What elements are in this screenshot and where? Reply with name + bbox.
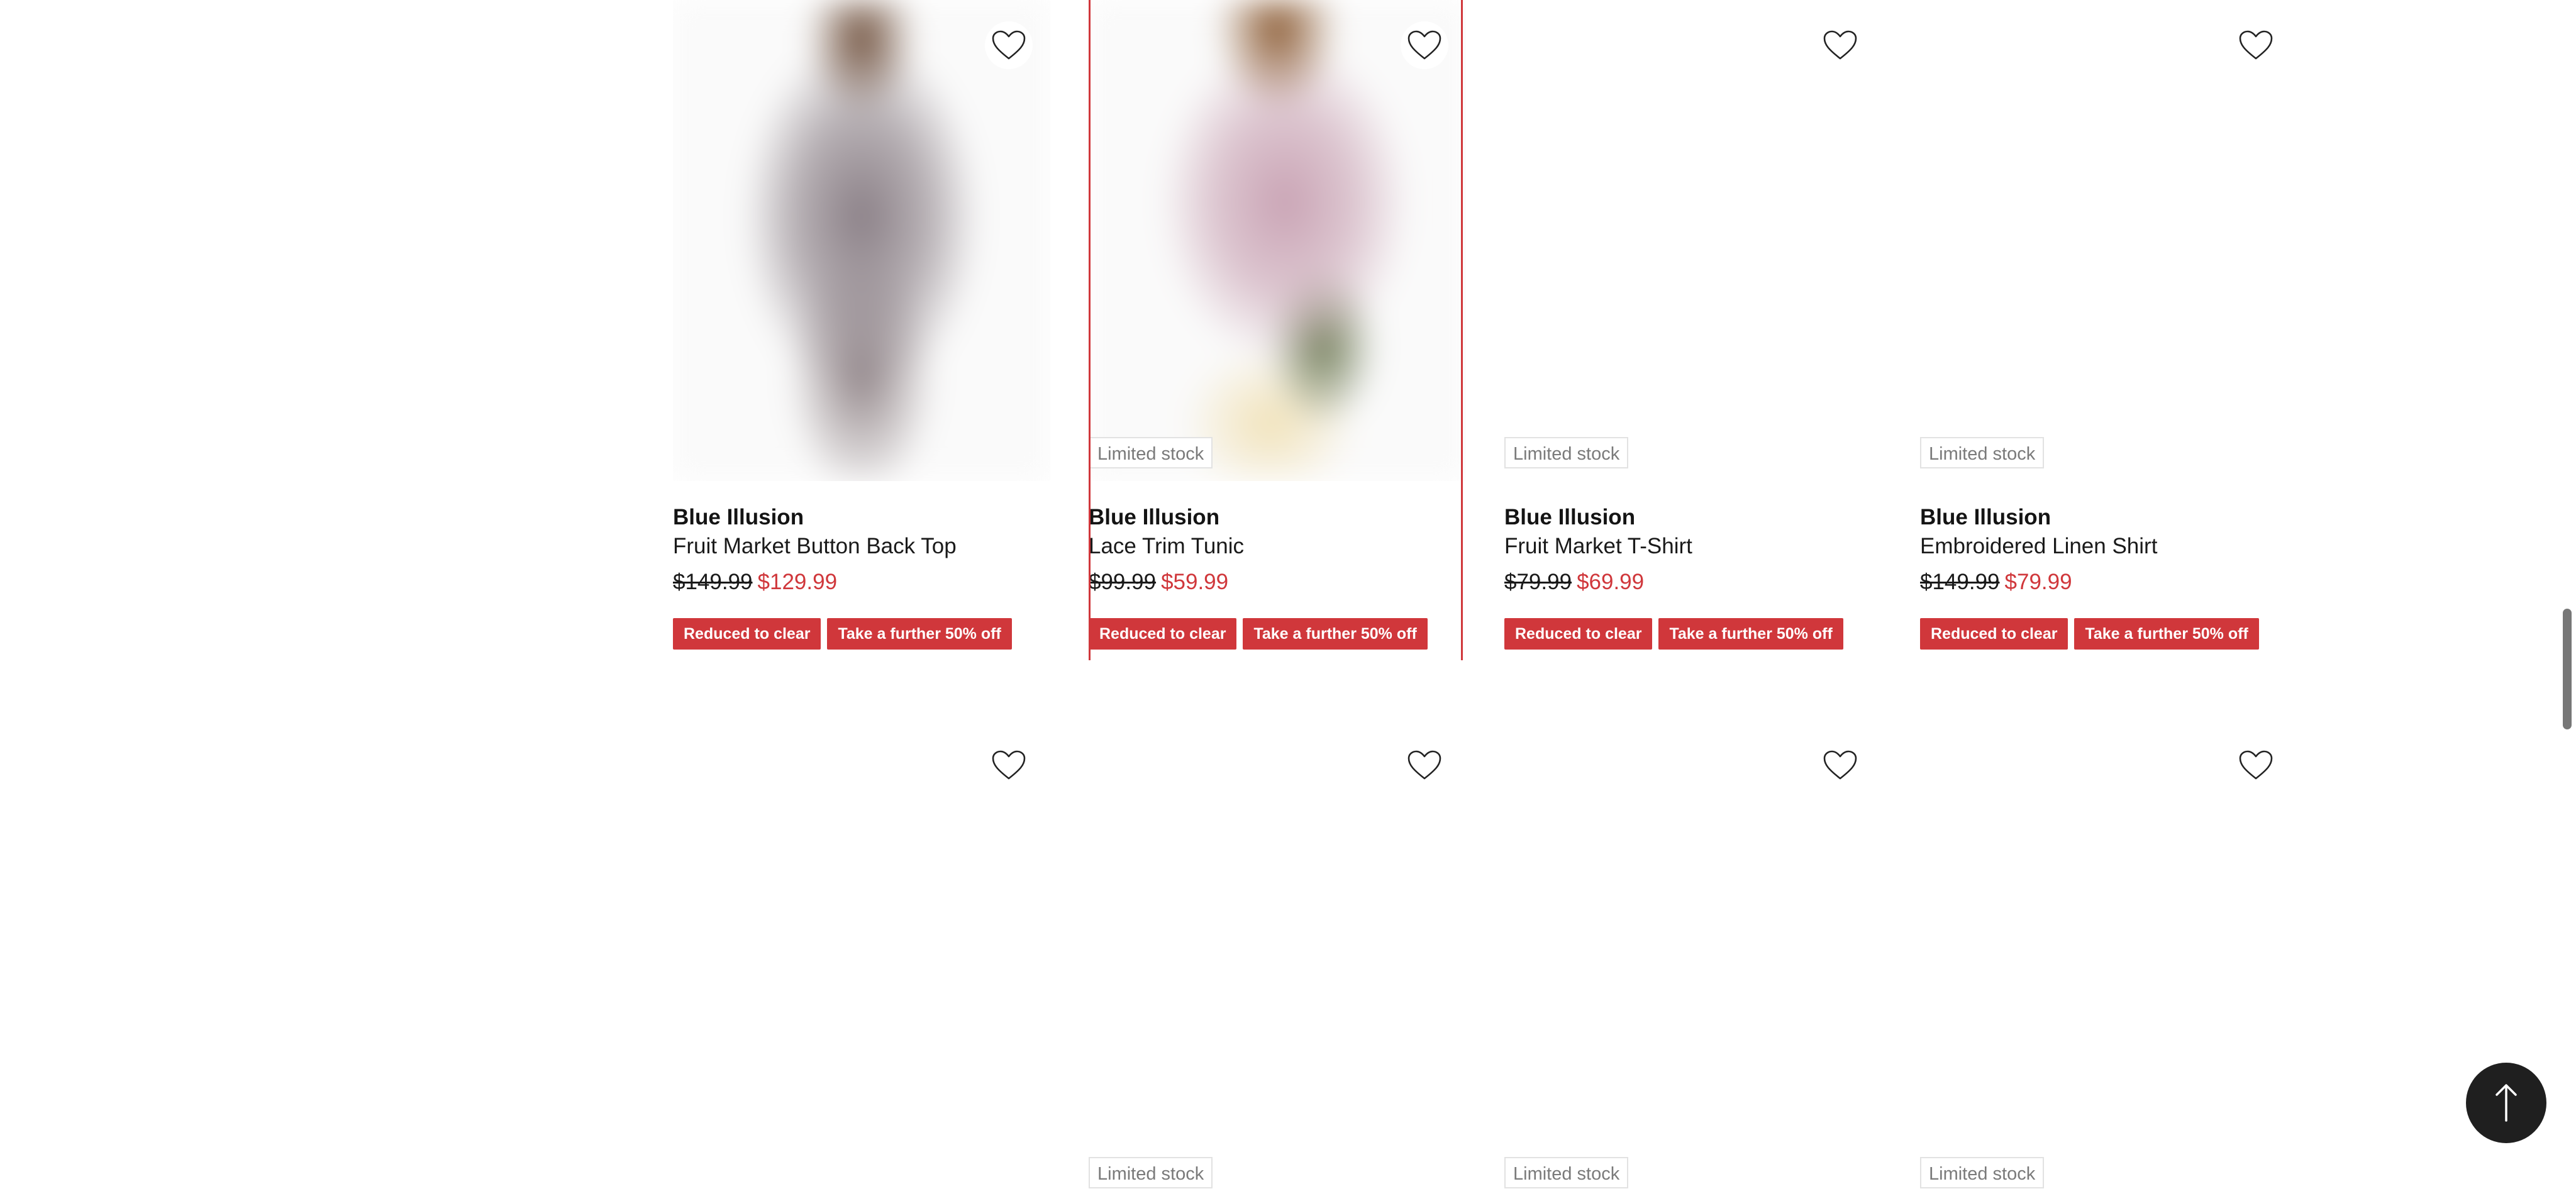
heart-icon [1823, 30, 1858, 61]
product-photo [1089, 0, 1466, 481]
product-name[interactable]: Lace Trim Tunic [1089, 532, 1466, 561]
sale-price: $59.99 [1161, 570, 1229, 594]
promo-tags: Reduced to clear Take a further 50% off [1504, 618, 1843, 650]
product-brand: Blue Illusion [1504, 505, 1636, 529]
heart-icon [991, 30, 1026, 61]
product-image[interactable]: Limited stock [1504, 0, 1882, 481]
tag-further-off: Take a further 50% off [1243, 618, 1428, 650]
original-price: $149.99 [673, 570, 753, 594]
original-price: $149.99 [1920, 570, 2000, 594]
heart-icon [1407, 30, 1442, 61]
product-image[interactable]: Limited stock [1920, 0, 2297, 481]
stock-badge: Limited stock [1920, 1157, 2045, 1188]
sale-price: $79.99 [2004, 570, 2072, 594]
heart-icon [2238, 30, 2273, 61]
original-price: $79.99 [1504, 570, 1572, 594]
heart-icon [2238, 750, 2273, 781]
sale-price: $129.99 [757, 570, 838, 594]
favorite-button[interactable] [985, 741, 1033, 789]
promo-tags: Reduced to clear Take a further 50% off [673, 618, 1012, 650]
product-price: $99.99 $59.99 [1089, 563, 1466, 601]
product-name[interactable]: Fruit Market Button Back Top [673, 532, 1050, 561]
product-image[interactable]: Limited stock [1089, 0, 1466, 481]
arrow-up-icon [2496, 1084, 2517, 1122]
product-brand: Blue Illusion [1089, 505, 1220, 529]
sale-price: $69.99 [1577, 570, 1645, 594]
heart-icon [991, 750, 1026, 781]
back-to-top-button[interactable] [2466, 1063, 2546, 1143]
product-image[interactable] [673, 0, 1050, 481]
product-price: $79.99 $69.99 [1504, 563, 1882, 601]
product-name[interactable]: Embroidered Linen Shirt [1920, 532, 2297, 561]
product-info[interactable]: Blue Illusion Embroidered Linen Shirt $1… [1920, 503, 2297, 601]
product-image[interactable]: Limited stock [1089, 720, 1466, 1201]
heart-icon [1823, 750, 1858, 781]
tag-reduced-to-clear: Reduced to clear [673, 618, 821, 650]
product-info[interactable]: Blue Illusion Lace Trim Tunic $99.99 $59.… [1089, 503, 1466, 601]
product-brand: Blue Illusion [1920, 505, 2051, 529]
favorite-button[interactable] [1816, 21, 1864, 69]
tag-reduced-to-clear: Reduced to clear [1089, 618, 1237, 650]
promo-tags: Reduced to clear Take a further 50% off [1920, 618, 2259, 650]
promo-tags: Reduced to clear Take a further 50% off [1089, 618, 1428, 650]
favorite-button[interactable] [1816, 741, 1864, 789]
product-info[interactable]: Blue Illusion Fruit Market Button Back T… [673, 503, 1050, 601]
stock-badge: Limited stock [1504, 437, 1629, 468]
stock-badge: Limited stock [1089, 437, 1213, 468]
product-name[interactable]: Fruit Market T-Shirt [1504, 532, 1882, 561]
product-price: $149.99 $79.99 [1920, 563, 2297, 601]
tag-further-off: Take a further 50% off [2074, 618, 2259, 650]
product-image[interactable] [673, 720, 1050, 1201]
product-image[interactable]: Limited stock [1504, 720, 1882, 1201]
favorite-button[interactable] [2232, 741, 2280, 789]
heart-icon [1407, 750, 1442, 781]
tag-reduced-to-clear: Reduced to clear [1504, 618, 1653, 650]
favorite-button[interactable] [1401, 741, 1448, 789]
product-image[interactable]: Limited stock [1920, 720, 2297, 1201]
favorite-button[interactable] [985, 21, 1033, 69]
favorite-button[interactable] [2232, 21, 2280, 69]
stock-badge: Limited stock [1089, 1157, 1213, 1188]
scrollbar-thumb[interactable] [2563, 609, 2572, 729]
product-info[interactable]: Blue Illusion Fruit Market T-Shirt $79.9… [1504, 503, 1882, 601]
product-photo [673, 0, 1050, 481]
product-grid: Blue Illusion Fruit Market Button Back T… [673, 0, 2321, 1201]
stock-badge: Limited stock [1920, 437, 2045, 468]
favorite-button[interactable] [1401, 21, 1448, 69]
original-price: $99.99 [1089, 570, 1157, 594]
tag-reduced-to-clear: Reduced to clear [1920, 618, 2068, 650]
stock-badge: Limited stock [1504, 1157, 1629, 1188]
product-brand: Blue Illusion [673, 505, 804, 529]
tag-further-off: Take a further 50% off [827, 618, 1012, 650]
product-price: $149.99 $129.99 [673, 563, 1050, 601]
tag-further-off: Take a further 50% off [1658, 618, 1843, 650]
